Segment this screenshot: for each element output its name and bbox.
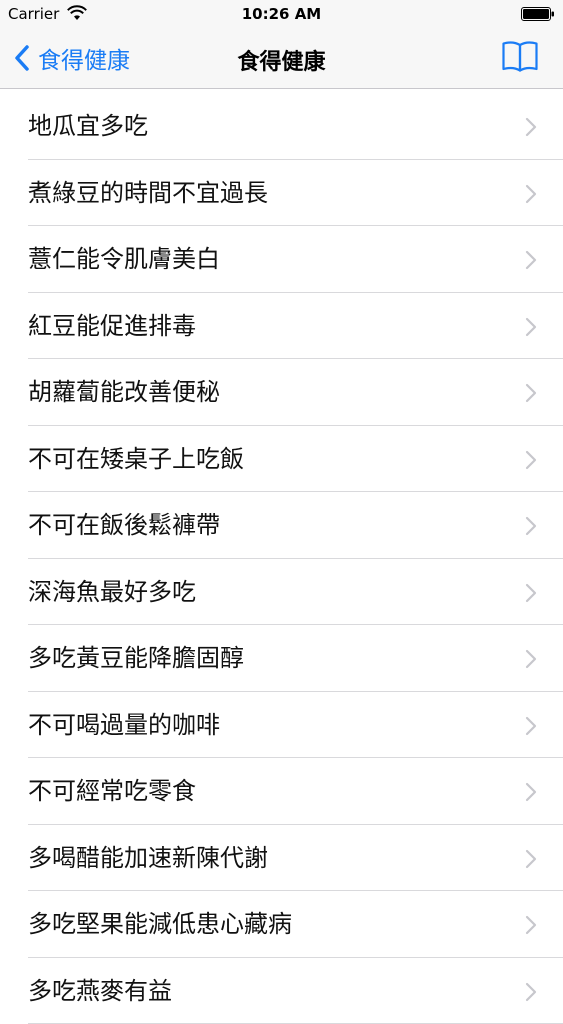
chevron-right-icon (525, 583, 537, 603)
chevron-right-icon (525, 849, 537, 869)
list-item[interactable]: 多喝醋能加速新陳代謝 (0, 825, 563, 892)
list-item[interactable]: 胡蘿蔔能改善便秘 (0, 359, 563, 426)
chevron-right-icon (525, 516, 537, 536)
list-item-label: 多吃黃豆能降膽固醇 (28, 625, 244, 692)
status-bar: Carrier 10:26 AM (0, 0, 563, 30)
list-item-label: 多喝醋能加速新陳代謝 (28, 825, 268, 892)
list-item[interactable]: 紅豆能促進排毒 (0, 293, 563, 360)
list-item[interactable]: 不可經常吃零食 (0, 758, 563, 825)
list-item-label: 胡蘿蔔能改善便秘 (28, 359, 220, 426)
list-item[interactable]: 多吃黃豆能降膽固醇 (0, 625, 563, 692)
list-item[interactable]: 多吃堅果能減低患心藏病 (0, 891, 563, 958)
list-item[interactable]: 多吃燕麥有益 (0, 958, 563, 1024)
chevron-right-icon (525, 250, 537, 270)
list-item-label: 不可在飯後鬆褲帶 (28, 492, 220, 559)
battery-icon (521, 7, 555, 21)
chevron-right-icon (525, 117, 537, 137)
list-item[interactable]: 不可在飯後鬆褲帶 (0, 492, 563, 559)
list-item-label: 深海魚最好多吃 (28, 559, 196, 626)
chevron-right-icon (525, 383, 537, 403)
list-item[interactable]: 深海魚最好多吃 (0, 559, 563, 626)
list-item-label: 不可經常吃零食 (28, 758, 196, 825)
status-time: 10:26 AM (0, 5, 563, 23)
list-item-label: 薏仁能令肌膚美白 (28, 226, 220, 293)
chevron-right-icon (525, 982, 537, 1002)
chevron-right-icon (525, 716, 537, 736)
list-item[interactable]: 不可在矮桌子上吃飯 (0, 426, 563, 493)
list-item-label: 地瓜宜多吃 (28, 93, 148, 160)
list-item[interactable]: 地瓜宜多吃 (0, 93, 563, 160)
book-icon[interactable] (501, 39, 539, 73)
list-item-label: 紅豆能促進排毒 (28, 293, 196, 360)
list-item[interactable]: 煮綠豆的時間不宜過長 (0, 160, 563, 227)
chevron-right-icon (525, 915, 537, 935)
page-title: 食得健康 (0, 44, 563, 76)
list-item[interactable]: 不可喝過量的咖啡 (0, 692, 563, 759)
list-item-label: 多吃燕麥有益 (28, 958, 172, 1024)
chevron-right-icon (525, 782, 537, 802)
list-item-label: 不可喝過量的咖啡 (28, 692, 220, 759)
health-tips-list: 地瓜宜多吃 煮綠豆的時間不宜過長 薏仁能令肌膚美白 紅豆能促進排毒 胡蘿蔔能改善… (0, 93, 563, 1024)
list-item[interactable]: 薏仁能令肌膚美白 (0, 226, 563, 293)
list-item-label: 煮綠豆的時間不宜過長 (28, 160, 268, 227)
chevron-right-icon (525, 317, 537, 337)
navigation-bar: 食得健康 食得健康 (0, 30, 563, 89)
chevron-right-icon (525, 184, 537, 204)
list-item-label: 多吃堅果能減低患心藏病 (28, 891, 292, 958)
chevron-right-icon (525, 450, 537, 470)
list-item-label: 不可在矮桌子上吃飯 (28, 426, 244, 493)
chevron-right-icon (525, 649, 537, 669)
